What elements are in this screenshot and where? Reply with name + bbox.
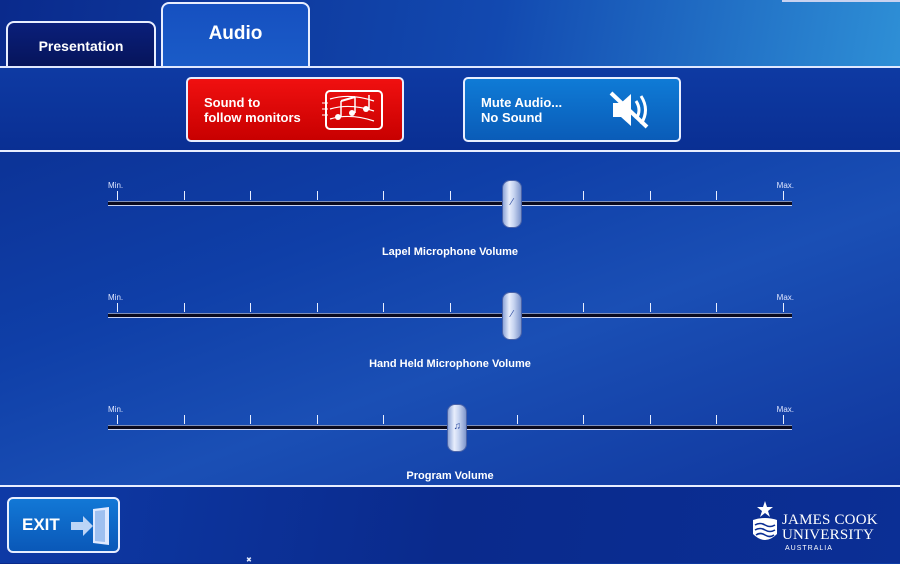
slider-tick — [783, 303, 784, 312]
slider-min-label: Min. — [108, 181, 124, 190]
tab-presentation-label: Presentation — [38, 37, 124, 54]
slider-min-label: Min. — [108, 293, 124, 302]
slider-tick — [383, 191, 385, 200]
slider-thumb[interactable]: ∕ — [501, 292, 522, 340]
mute-button-line2: No Sound — [481, 109, 543, 125]
slider-tick — [383, 303, 385, 312]
slider-tick — [450, 191, 451, 200]
slider-tick — [117, 303, 118, 312]
slider-tick — [183, 191, 185, 200]
slider-track — [108, 201, 792, 206]
slider-tick — [117, 415, 118, 424]
slider-thumb[interactable]: ♫ — [446, 404, 467, 452]
sound-button-text: Sound to follow monitors — [204, 95, 301, 125]
lapel-mic-volume-slider[interactable]: Min. Max. ∕ — [108, 180, 794, 241]
slider-tick — [250, 191, 252, 200]
microphone-icon: ∕ — [511, 197, 513, 208]
tab-audio[interactable]: Audio — [161, 2, 310, 68]
slider-track — [108, 313, 792, 318]
slider-tick — [316, 191, 318, 200]
jcu-crest-icon — [753, 501, 777, 540]
handheld-mic-volume-label: Hand Held Microphone Volume — [369, 358, 531, 370]
slider-tick — [250, 303, 252, 312]
slider-tick — [783, 191, 784, 200]
slider-max-label: Max. — [776, 293, 794, 302]
slider-tick — [649, 303, 651, 312]
strip-divider — [0, 150, 900, 152]
slider-tick — [250, 415, 252, 424]
slider-tick — [316, 415, 318, 424]
slider-tick — [183, 415, 185, 424]
header-corner-line — [782, 0, 900, 2]
mute-button-line1: Mute Audio... — [481, 94, 563, 110]
sound-follow-monitors-button[interactable]: Sound to follow monitors — [186, 77, 404, 142]
tab-audio-label: Audio — [208, 23, 263, 44]
slider-tick — [649, 191, 651, 200]
logo-line2: UNIVERSITY — [782, 527, 874, 543]
button-strip — [0, 68, 900, 150]
slider-tick — [583, 303, 585, 312]
slider-min-label: Min. — [108, 405, 124, 414]
logo-line3: AUSTRALIA — [785, 545, 833, 552]
mute-audio-button[interactable]: Mute Audio... No Sound — [463, 77, 681, 142]
tab-presentation[interactable]: Presentation — [6, 21, 156, 68]
slider-thumb[interactable]: ∕ — [501, 180, 522, 228]
slider-tick — [649, 415, 651, 424]
microphone-icon: ∕ — [511, 309, 513, 320]
speaker-muted-icon — [609, 91, 649, 129]
program-volume-slider[interactable]: Min. Max. ♫ — [108, 404, 794, 465]
sound-button-line2: follow monitors — [204, 109, 301, 125]
music-notes-icon — [322, 90, 383, 130]
exit-label: EXIT — [22, 515, 60, 534]
slider-tick — [450, 303, 451, 312]
handheld-mic-volume-slider[interactable]: Min. Max. ∕ — [108, 292, 794, 353]
music-note-icon: ♫ — [453, 421, 462, 432]
sound-button-line1: Sound to — [204, 94, 261, 110]
mute-button-text: Mute Audio... No Sound — [481, 95, 562, 125]
slider-tick — [117, 191, 118, 200]
lapel-mic-volume-label: Lapel Microphone Volume — [381, 246, 519, 258]
exit-button[interactable]: EXIT — [7, 497, 120, 553]
program-volume-label: Program Volume — [406, 470, 494, 482]
slider-tick — [383, 415, 385, 424]
exit-door-icon — [71, 507, 109, 545]
slider-tick — [583, 415, 585, 424]
slider-tick — [583, 191, 585, 200]
slider-tick — [783, 415, 784, 424]
jcu-logo: JAMES COOK UNIVERSITY AUSTRALIA — [750, 500, 890, 556]
slider-tick — [716, 191, 718, 200]
slider-max-label: Max. — [776, 181, 794, 190]
slider-tick — [716, 415, 718, 424]
slider-tick — [716, 303, 718, 312]
slider-max-label: Max. — [776, 405, 794, 414]
slider-tick — [316, 303, 318, 312]
slider-tick — [183, 303, 185, 312]
slider-tick — [516, 415, 518, 424]
